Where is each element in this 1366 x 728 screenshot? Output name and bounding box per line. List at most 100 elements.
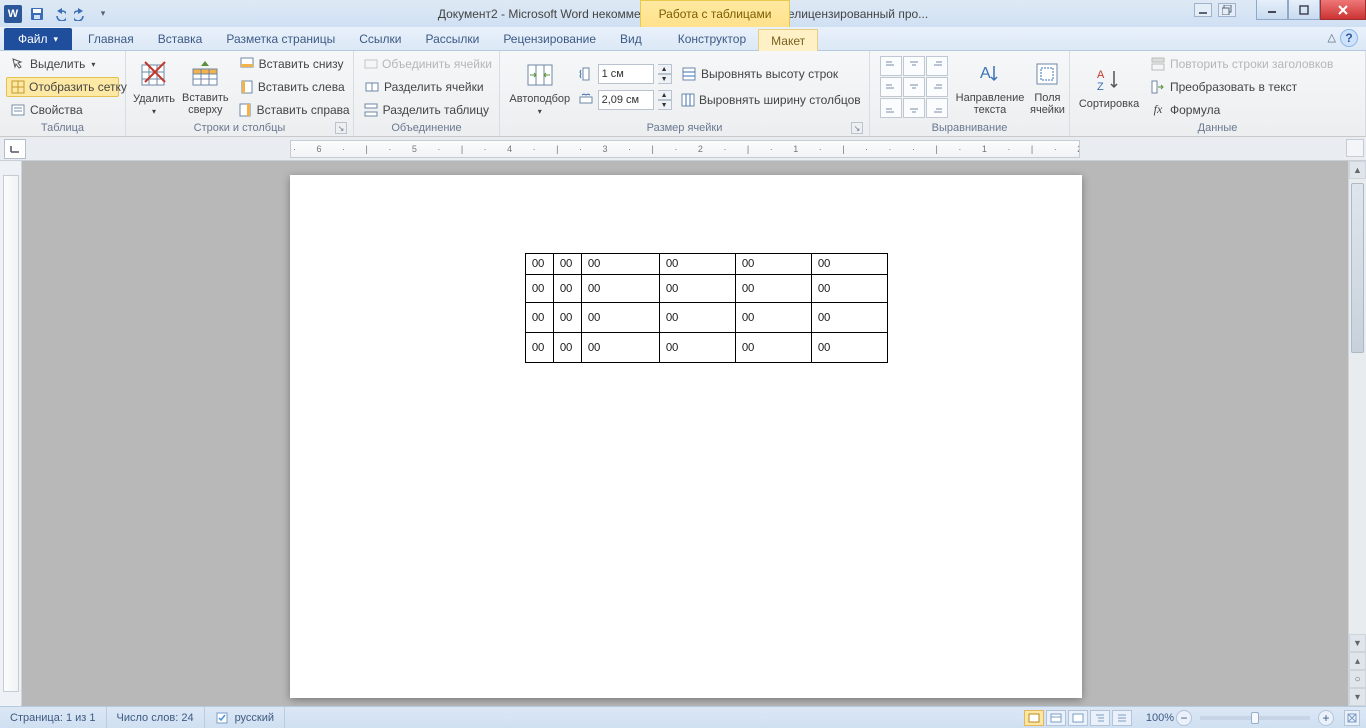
scroll-up-icon[interactable]: ▲ — [1349, 161, 1366, 179]
spin-up[interactable]: ▲ — [658, 64, 672, 74]
table-cell[interactable]: 00 — [736, 333, 812, 363]
table-cell[interactable]: 00 — [736, 275, 812, 303]
next-page-icon[interactable]: ▾ — [1349, 688, 1366, 706]
scroll-thumb[interactable] — [1351, 183, 1364, 353]
tab-view[interactable]: Вид — [608, 28, 654, 50]
align-top-right[interactable] — [926, 56, 948, 76]
insert-right-button[interactable]: Вставить справа — [235, 100, 349, 120]
delete-button[interactable]: Удалить▾ — [130, 53, 178, 121]
align-mid-center[interactable] — [903, 77, 925, 97]
align-mid-left[interactable] — [880, 77, 902, 97]
dialog-launcher-icon[interactable]: ↘ — [335, 122, 347, 134]
scroll-down-icon[interactable]: ▼ — [1349, 634, 1366, 652]
view-print-layout[interactable] — [1024, 710, 1044, 726]
table-cell[interactable]: 00 — [812, 333, 888, 363]
table-cell[interactable]: 00 — [554, 275, 582, 303]
doc-restore-icon[interactable] — [1218, 3, 1236, 17]
table-cell[interactable]: 00 — [554, 333, 582, 363]
tab-home[interactable]: Главная — [76, 28, 146, 50]
spin-up[interactable]: ▲ — [658, 90, 672, 100]
distribute-columns-button[interactable]: Выровнять ширину столбцов — [677, 90, 863, 110]
sort-button[interactable]: AZСортировка — [1074, 53, 1144, 121]
table-cell[interactable]: 00 — [812, 303, 888, 333]
table-cell[interactable]: 00 — [582, 333, 660, 363]
browse-object-icon[interactable]: ○ — [1349, 670, 1366, 688]
tab-selector[interactable] — [4, 139, 26, 159]
row-height-input[interactable]: 1 см▲▼ — [578, 63, 673, 85]
table-cell[interactable]: 00 — [736, 254, 812, 275]
help-icon[interactable]: ? — [1340, 29, 1358, 47]
tab-review[interactable]: Рецензирование — [491, 28, 608, 50]
table-cell[interactable]: 00 — [660, 275, 736, 303]
align-top-center[interactable] — [903, 56, 925, 76]
view-outline[interactable] — [1090, 710, 1110, 726]
align-bot-left[interactable] — [880, 98, 902, 118]
table-cell[interactable]: 00 — [812, 275, 888, 303]
align-bot-center[interactable] — [903, 98, 925, 118]
qat-save[interactable] — [27, 4, 47, 24]
qat-redo[interactable] — [71, 4, 91, 24]
table-cell[interactable]: 00 — [582, 303, 660, 333]
table-cell[interactable]: 00 — [582, 254, 660, 275]
table-cell[interactable]: 00 — [554, 303, 582, 333]
tab-insert[interactable]: Вставка — [146, 28, 215, 50]
tab-table-layout[interactable]: Макет — [758, 29, 818, 51]
status-word-count[interactable]: Число слов: 24 — [107, 707, 205, 728]
insert-below-button[interactable]: Вставить снизу — [235, 54, 349, 74]
window-close[interactable] — [1320, 0, 1366, 20]
doc-minimize-icon[interactable] — [1194, 3, 1212, 17]
tab-page-layout[interactable]: Разметка страницы — [214, 28, 347, 50]
window-maximize[interactable] — [1288, 0, 1320, 20]
zoom-fit-icon[interactable] — [1344, 710, 1360, 726]
insert-left-button[interactable]: Вставить слева — [235, 77, 349, 97]
align-top-left[interactable] — [880, 56, 902, 76]
vertical-scrollbar[interactable]: ▲ ▼ ▴ ○ ▾ — [1348, 161, 1366, 706]
document-table[interactable]: 0000000000000000000000000000000000000000… — [525, 253, 888, 363]
vertical-ruler[interactable] — [0, 161, 22, 706]
distribute-rows-button[interactable]: Выровнять высоту строк — [677, 64, 863, 84]
table-cell[interactable]: 00 — [812, 254, 888, 275]
spin-down[interactable]: ▼ — [658, 74, 672, 84]
table-cell[interactable]: 00 — [526, 303, 554, 333]
status-language[interactable]: русский — [205, 707, 285, 728]
page[interactable]: 0000000000000000000000000000000000000000… — [290, 175, 1082, 698]
table-cell[interactable]: 00 — [736, 303, 812, 333]
window-minimize[interactable] — [1256, 0, 1288, 20]
convert-to-text-button[interactable]: Преобразовать в текст — [1146, 77, 1342, 97]
table-cell[interactable]: 00 — [554, 254, 582, 275]
formula-button[interactable]: fxФормула — [1146, 100, 1342, 120]
properties-button[interactable]: Свойства — [6, 100, 119, 120]
prev-page-icon[interactable]: ▴ — [1349, 652, 1366, 670]
view-draft[interactable] — [1112, 710, 1132, 726]
ruler-toggle-icon[interactable] — [1346, 139, 1364, 157]
zoom-in-button[interactable]: + — [1318, 710, 1334, 726]
table-cell[interactable]: 00 — [660, 254, 736, 275]
table-cell[interactable]: 00 — [660, 333, 736, 363]
tab-references[interactable]: Ссылки — [347, 28, 413, 50]
zoom-slider[interactable] — [1200, 716, 1310, 720]
text-direction-button[interactable]: AНаправление текста — [954, 53, 1026, 121]
zoom-out-button[interactable]: − — [1176, 710, 1192, 726]
align-bot-right[interactable] — [926, 98, 948, 118]
zoom-level[interactable]: 100% — [1146, 712, 1174, 724]
column-width-input[interactable]: 2,09 см▲▼ — [578, 89, 673, 111]
zoom-slider-thumb[interactable] — [1251, 712, 1259, 724]
insert-above-button[interactable]: Вставить сверху — [178, 53, 233, 121]
split-table-button[interactable]: Разделить таблицу — [360, 100, 493, 120]
qat-customize[interactable]: ▾ — [93, 4, 113, 24]
view-web-layout[interactable] — [1068, 710, 1088, 726]
autofit-button[interactable]: Автоподбор▾ — [504, 53, 576, 121]
table-cell[interactable]: 00 — [526, 254, 554, 275]
select-button[interactable]: Выделить▾ — [6, 54, 119, 74]
cell-margins-button[interactable]: Поля ячейки — [1026, 53, 1069, 121]
tab-file[interactable]: Файл▾ — [4, 28, 72, 50]
minimize-ribbon-icon[interactable]: △ — [1328, 31, 1336, 44]
table-cell[interactable]: 00 — [526, 333, 554, 363]
align-mid-right[interactable] — [926, 77, 948, 97]
table-cell[interactable]: 00 — [660, 303, 736, 333]
view-gridlines-button[interactable]: Отобразить сетку — [6, 77, 119, 97]
qat-undo[interactable] — [49, 4, 69, 24]
table-cell[interactable]: 00 — [582, 275, 660, 303]
tab-table-design[interactable]: Конструктор — [666, 28, 758, 50]
spin-down[interactable]: ▼ — [658, 100, 672, 110]
